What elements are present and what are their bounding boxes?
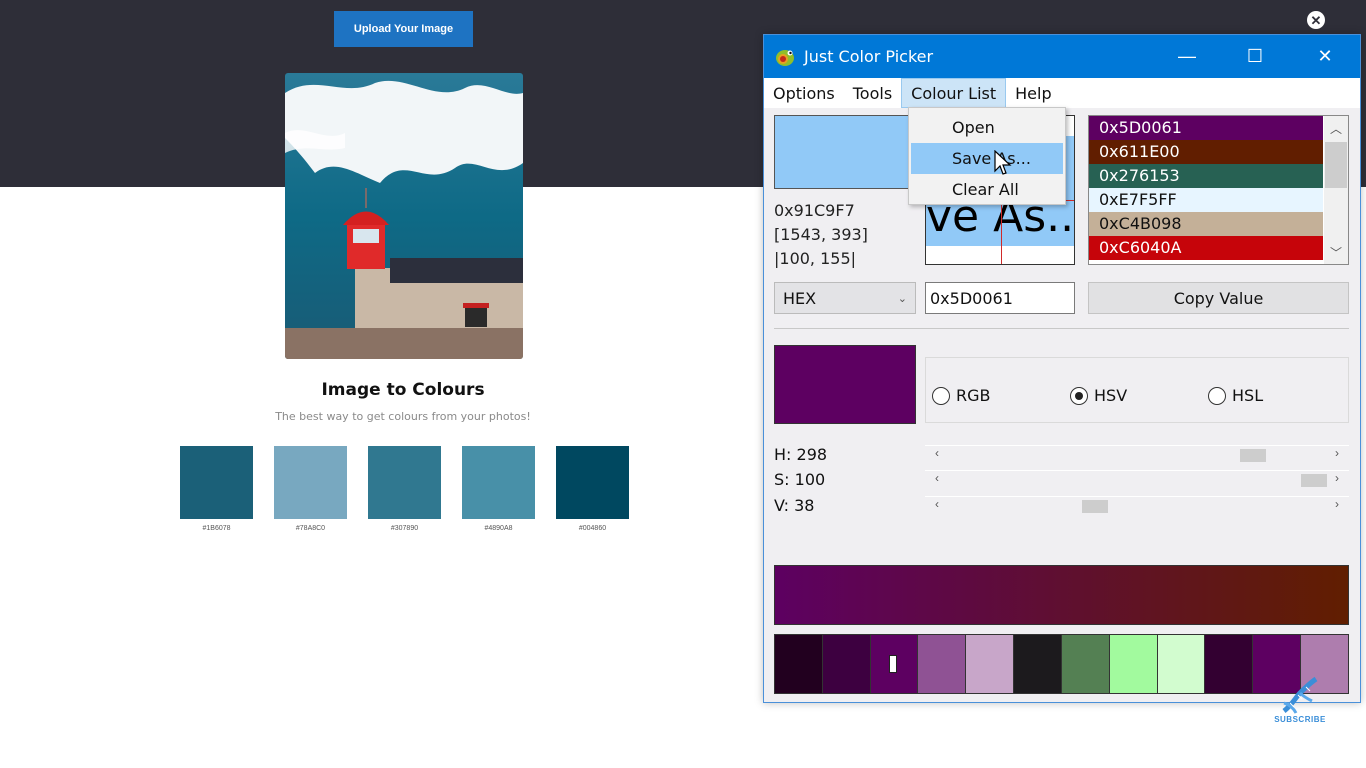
current-color-info: 0x91C9F7 [1543, 393] |100, 155|	[774, 199, 868, 271]
chevron-left-icon[interactable]: ‹	[927, 446, 947, 460]
copy-value-button[interactable]: Copy Value	[1088, 282, 1349, 314]
menu-help[interactable]: Help	[1006, 78, 1060, 108]
title-bar[interactable]: Just Color Picker — ☐ ✕	[764, 35, 1360, 78]
page-title: Image to Colours	[321, 380, 485, 400]
close-window-button[interactable]: ✕	[1302, 35, 1348, 78]
maximize-button[interactable]: ☐	[1232, 35, 1278, 78]
upload-image-button[interactable]: Upload Your Image	[334, 11, 473, 47]
swatch-color	[180, 446, 253, 519]
color-mode-group: RGB HSV HSL	[925, 357, 1349, 423]
radio-rgb[interactable]: RGB	[932, 386, 991, 405]
radio-icon	[932, 386, 950, 405]
swatch-hex-label: #1B6078	[202, 525, 231, 532]
radio-icon	[1208, 386, 1226, 405]
value-slider[interactable]: ‹ ›	[925, 496, 1349, 516]
colour-list-dropdown: Open Save As... Clear All	[908, 107, 1066, 205]
palette-strip	[774, 634, 1349, 694]
page-subtitle: The best way to get colours from your ph…	[275, 410, 531, 423]
current-color-preview	[774, 115, 916, 189]
saturation-label: S: 100	[774, 470, 826, 489]
saturation-slider[interactable]: ‹ ›	[925, 470, 1349, 490]
window-title: Just Color Picker	[804, 47, 934, 66]
colour-list-item[interactable]: 0x276153	[1089, 164, 1323, 188]
swatch-item[interactable]: #4890A8	[462, 446, 535, 532]
palette-swatch[interactable]	[1205, 635, 1254, 693]
subscribe-overlay[interactable]: SUBSCRIBE	[1270, 675, 1330, 730]
menu-tools[interactable]: Tools	[844, 78, 901, 108]
swatch-item[interactable]: #004860	[556, 446, 629, 532]
chevron-left-icon[interactable]: ‹	[927, 497, 947, 511]
hue-slider[interactable]: ‹ ›	[925, 445, 1349, 465]
dna-icon	[1282, 676, 1318, 714]
slider-thumb[interactable]	[1301, 474, 1327, 487]
menu-colour-list[interactable]: Colour List	[901, 78, 1007, 108]
swatch-item[interactable]: #307890	[368, 446, 441, 532]
chameleon-app-icon	[776, 49, 794, 66]
chevron-right-icon[interactable]: ›	[1327, 446, 1347, 460]
chevron-right-icon[interactable]: ›	[1327, 471, 1347, 485]
radio-hsl[interactable]: HSL	[1208, 386, 1263, 405]
swatch-color	[556, 446, 629, 519]
palette-swatch[interactable]	[1109, 635, 1158, 693]
colour-list-scrollbar[interactable]: ︿ ﹀	[1324, 116, 1348, 264]
uploaded-photo	[285, 73, 523, 359]
colour-list-item[interactable]: 0x611E00	[1089, 140, 1323, 164]
subscribe-label: SUBSCRIBE	[1274, 715, 1326, 724]
swatch-color	[368, 446, 441, 519]
palette-swatch[interactable]	[1061, 635, 1110, 693]
scroll-up-icon[interactable]: ︿	[1324, 116, 1348, 140]
scroll-thumb[interactable]	[1325, 142, 1347, 188]
format-select[interactable]: HEX ⌄	[774, 282, 916, 314]
menu-bar: Options Tools Colour List Help	[764, 78, 1360, 108]
selected-color-preview	[774, 345, 916, 424]
slider-thumb[interactable]	[1081, 500, 1108, 513]
gradient-bar[interactable]	[774, 565, 1349, 625]
swatch-hex-label: #004860	[578, 525, 607, 532]
colour-list-item[interactable]: 0xC6040A	[1089, 236, 1323, 260]
menu-item-save-as[interactable]: Save As...	[911, 143, 1063, 174]
radio-hsv[interactable]: HSV	[1070, 386, 1127, 405]
menu-item-clear-all[interactable]: Clear All	[909, 174, 1065, 205]
format-select-value: HEX	[783, 288, 817, 308]
swatch-hex-label: #78A8C0	[295, 525, 326, 532]
colour-list[interactable]: 0x5D0061 0x611E00 0x276153 0xE7F5FF 0xC4…	[1088, 115, 1349, 265]
chevron-right-icon[interactable]: ›	[1327, 497, 1347, 511]
window-coordinates: |100, 155|	[774, 249, 857, 268]
color-value-field[interactable]	[925, 282, 1075, 314]
chevron-left-icon[interactable]: ‹	[927, 471, 947, 485]
palette-swatch[interactable]	[870, 635, 919, 693]
chevron-down-icon: ⌄	[897, 291, 907, 305]
slider-thumb[interactable]	[1240, 449, 1267, 462]
radio-icon	[1070, 386, 1088, 405]
colour-list-item[interactable]: 0x5D0061	[1089, 116, 1323, 140]
close-icon[interactable]: ✕	[1307, 11, 1325, 29]
swatch-item[interactable]: #1B6078	[180, 446, 253, 532]
divider	[774, 328, 1349, 329]
palette-swatch[interactable]	[1157, 635, 1206, 693]
extracted-colour-swatches: #1B6078 #78A8C0 #307890 #4890A8 #004860	[180, 446, 629, 532]
scroll-down-icon[interactable]: ﹀	[1324, 240, 1348, 264]
palette-swatch[interactable]	[966, 635, 1015, 693]
menu-item-open[interactable]: Open	[909, 112, 1065, 143]
palette-swatch[interactable]	[775, 635, 823, 693]
menu-options[interactable]: Options	[764, 78, 844, 108]
swatch-item[interactable]: #78A8C0	[274, 446, 347, 532]
palette-selection-marker	[888, 655, 897, 673]
palette-swatch[interactable]	[822, 635, 871, 693]
minimize-button[interactable]: —	[1164, 35, 1210, 78]
hue-label: H: 298	[774, 445, 828, 464]
swatch-hex-label: #4890A8	[484, 525, 513, 532]
swatch-color	[274, 446, 347, 519]
value-label: V: 38	[774, 496, 815, 515]
colour-list-item[interactable]: 0xE7F5FF	[1089, 188, 1323, 212]
swatch-hex-label: #307890	[390, 525, 419, 532]
colour-list-item[interactable]: 0xC4B098	[1089, 212, 1323, 236]
screen-coordinates: [1543, 393]	[774, 225, 868, 244]
palette-swatch[interactable]	[918, 635, 967, 693]
palette-swatch[interactable]	[1014, 635, 1062, 693]
swatch-color	[462, 446, 535, 519]
current-hex: 0x91C9F7	[774, 201, 855, 220]
